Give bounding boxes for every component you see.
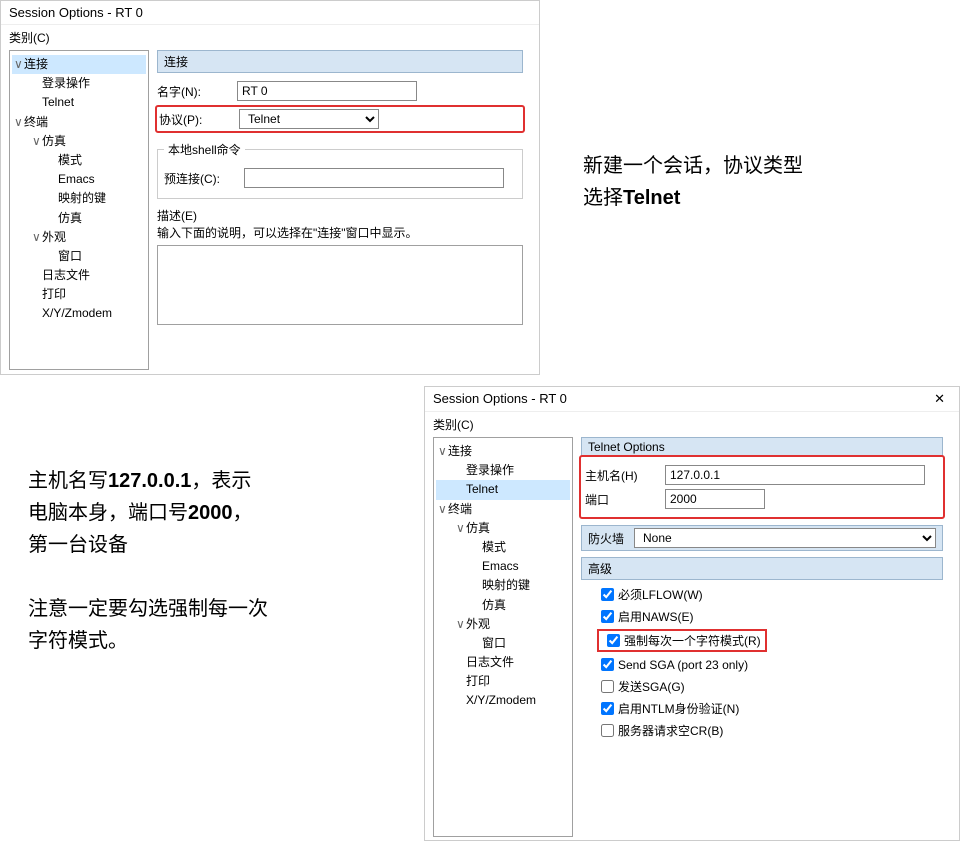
tree-item[interactable]: Telnet	[436, 480, 570, 499]
window-title: Session Options - RT 0	[433, 391, 567, 407]
tree-item[interactable]: Emacs	[12, 170, 146, 189]
category-label: 类别(C)	[1, 25, 539, 50]
description-textarea[interactable]	[157, 245, 523, 325]
tree-item[interactable]: 打印	[12, 285, 146, 304]
port-label: 端口	[585, 491, 665, 508]
name-row: 名字(N):	[157, 81, 523, 101]
protocol-select[interactable]: Telnet	[239, 109, 379, 129]
preconnect-input[interactable]	[244, 168, 504, 188]
name-label: 名字(N):	[157, 83, 237, 100]
protocol-label: 协议(P):	[159, 111, 239, 128]
tree-item[interactable]: X/Y/Zmodem	[436, 691, 570, 710]
ntlm-checkbox[interactable]	[601, 702, 614, 715]
cr-checkbox[interactable]	[601, 724, 614, 737]
port-input[interactable]	[665, 489, 765, 509]
tree-item[interactable]: 仿真	[436, 596, 570, 615]
tree-item[interactable]: 映射的键	[12, 189, 146, 208]
tree-item[interactable]: Telnet	[12, 93, 146, 112]
annotation-1: 新建一个会话，协议类型 选择Telnet	[583, 150, 803, 214]
tree-item[interactable]: ∨外观	[436, 615, 570, 634]
fasga-checkbox-row[interactable]: 发送SGA(G)	[595, 676, 943, 697]
lflow-checkbox-row[interactable]: 必须LFLOW(W)	[595, 584, 943, 605]
tree-item[interactable]: 映射的键	[436, 576, 570, 595]
host-input[interactable]	[665, 465, 925, 485]
tree-item[interactable]: ∨终端	[12, 113, 146, 132]
session-options-window-1: Session Options - RT 0 类别(C) ∨连接登录操作Teln…	[0, 0, 540, 375]
category-tree[interactable]: ∨连接登录操作Telnet∨终端∨仿真模式Emacs映射的键仿真∨外观窗口日志文…	[9, 50, 149, 370]
description-fieldset: 描述(E) 输入下面的说明，可以选择在"连接"窗口中显示。	[157, 207, 523, 325]
session-options-window-2: Session Options - RT 0 ✕ 类别(C) ∨连接登录操作Te…	[424, 386, 960, 841]
category-label: 类别(C)	[425, 412, 959, 437]
tree-item[interactable]: ∨连接	[436, 442, 570, 461]
close-icon[interactable]: ✕	[928, 391, 951, 407]
sendsga-checkbox-row[interactable]: Send SGA (port 23 only)	[595, 654, 943, 675]
tree-item[interactable]: 窗口	[436, 634, 570, 653]
host-port-highlight: 主机名(H) 端口	[579, 455, 945, 519]
window-title: Session Options - RT 0	[9, 5, 143, 20]
lflow-checkbox[interactable]	[601, 588, 614, 601]
window-title-bar: Session Options - RT 0 ✕	[425, 387, 959, 412]
tree-item[interactable]: 登录操作	[12, 74, 146, 93]
naws-checkbox-row[interactable]: 启用NAWS(E)	[595, 606, 943, 627]
section-header-connection: 连接	[157, 50, 523, 73]
tree-item[interactable]: ∨外观	[12, 228, 146, 247]
tree-item[interactable]: 登录操作	[436, 461, 570, 480]
firewall-select[interactable]: None	[634, 528, 936, 548]
tree-item[interactable]: 打印	[436, 672, 570, 691]
naws-checkbox[interactable]	[601, 610, 614, 623]
section-header-telnet: Telnet Options	[581, 437, 943, 457]
sendsga-checkbox[interactable]	[601, 658, 614, 671]
tree-item[interactable]: 窗口	[12, 247, 146, 266]
protocol-row-highlight: 协议(P): Telnet	[155, 105, 525, 133]
name-input[interactable]	[237, 81, 417, 101]
telnet-options-pane: Telnet Options 主机名(H) 端口 防火墙 None 高级	[573, 437, 951, 837]
shell-legend: 本地shell命令	[164, 141, 245, 158]
tree-item[interactable]: Emacs	[436, 557, 570, 576]
force-char-checkbox[interactable]	[607, 634, 620, 647]
ntlm-checkbox-row[interactable]: 启用NTLM身份验证(N)	[595, 698, 943, 719]
firewall-header: 防火墙 None	[581, 525, 943, 551]
tree-item[interactable]: ∨仿真	[12, 132, 146, 151]
tree-item[interactable]: 仿真	[12, 209, 146, 228]
shell-fieldset: 本地shell命令 预连接(C):	[157, 141, 523, 199]
tree-item[interactable]: 模式	[436, 538, 570, 557]
advanced-header: 高级	[581, 557, 943, 580]
tree-item[interactable]: X/Y/Zmodem	[12, 304, 146, 323]
fasga-checkbox[interactable]	[601, 680, 614, 693]
tree-item[interactable]: 日志文件	[12, 266, 146, 285]
category-tree[interactable]: ∨连接登录操作Telnet∨终端∨仿真模式Emacs映射的键仿真∨外观窗口日志文…	[433, 437, 573, 837]
host-label: 主机名(H)	[585, 467, 665, 484]
force-char-highlight: 强制每次一个字符模式(R)	[597, 629, 767, 652]
window-title-bar: Session Options - RT 0	[1, 1, 539, 25]
cr-checkbox-row[interactable]: 服务器请求空CR(B)	[595, 720, 943, 741]
tree-item[interactable]: 日志文件	[436, 653, 570, 672]
desc-hint: 输入下面的说明，可以选择在"连接"窗口中显示。	[157, 224, 523, 241]
tree-item[interactable]: 模式	[12, 151, 146, 170]
tree-item[interactable]: ∨终端	[436, 500, 570, 519]
desc-legend: 描述(E)	[157, 207, 523, 224]
annotation-2: 主机名写127.0.0.1，表示 电脑本身，端口号2000， 第一台设备 注意一…	[28, 465, 268, 657]
connection-pane: 连接 名字(N): 协议(P): Telnet 本地shell命令 预连接(C)…	[149, 50, 531, 370]
preconnect-label: 预连接(C):	[164, 170, 244, 187]
tree-item[interactable]: ∨连接	[12, 55, 146, 74]
force-char-row[interactable]: 强制每次一个字符模式(R)	[595, 628, 943, 653]
tree-item[interactable]: ∨仿真	[436, 519, 570, 538]
